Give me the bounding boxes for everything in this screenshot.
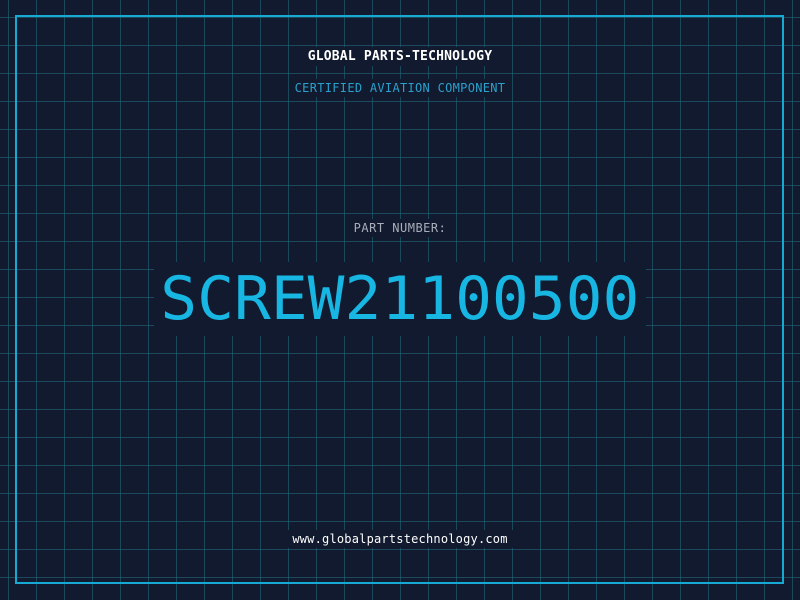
company-name: GLOBAL PARTS-TECHNOLOGY <box>0 47 800 66</box>
website-url-text: www.globalpartstechnology.com <box>286 530 514 548</box>
part-number-label: PART NUMBER: <box>0 219 800 237</box>
part-number-label-text: PART NUMBER: <box>347 219 453 237</box>
label-canvas: GLOBAL PARTS-TECHNOLOGY CERTIFIED AVIATI… <box>0 0 800 600</box>
certification-subtitle-text: CERTIFIED AVIATION COMPONENT <box>288 79 512 97</box>
part-number-value: SCREW21100500 <box>154 262 646 336</box>
website-url: www.globalpartstechnology.com <box>0 530 800 548</box>
part-number: SCREW21100500 <box>0 262 800 336</box>
company-name-text: GLOBAL PARTS-TECHNOLOGY <box>301 47 499 66</box>
certification-subtitle: CERTIFIED AVIATION COMPONENT <box>0 79 800 97</box>
